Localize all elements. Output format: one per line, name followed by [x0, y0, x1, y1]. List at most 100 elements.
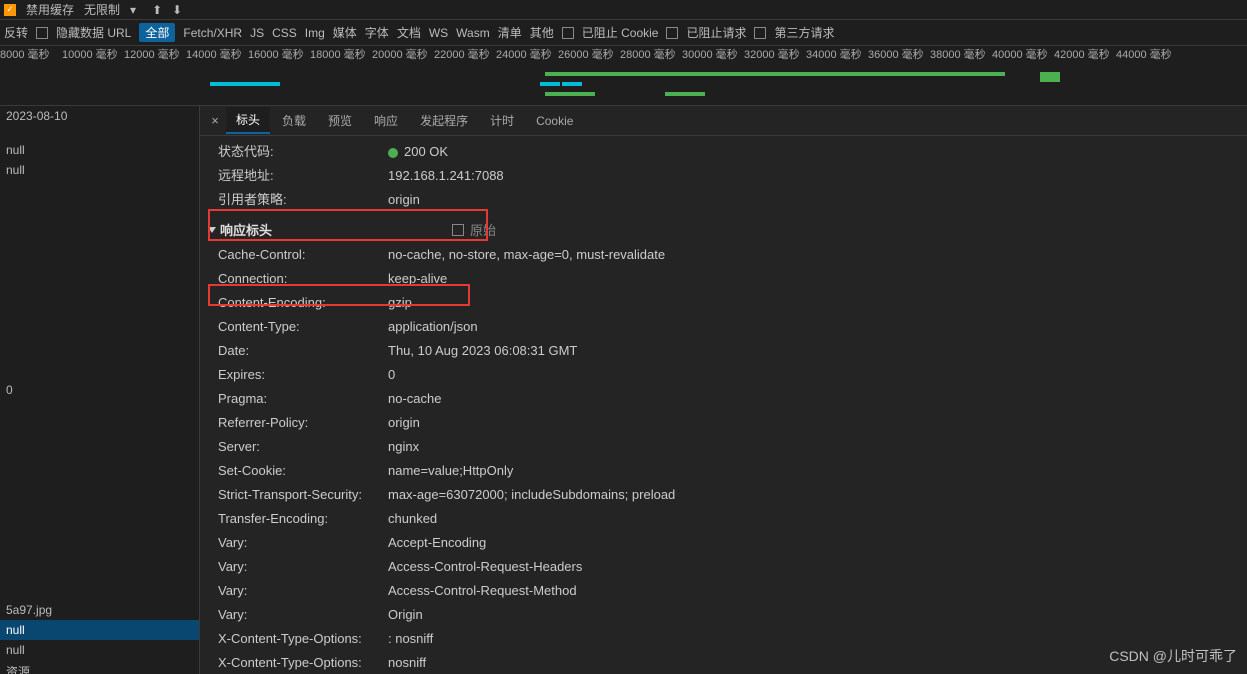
- list-item[interactable]: 资源: [0, 660, 199, 674]
- list-item[interactable]: 2023-08-10: [0, 106, 199, 126]
- header-row: X-Content-Type-Options:: nosniff: [218, 627, 1235, 651]
- filter-other[interactable]: 其他: [530, 24, 554, 41]
- header-value: max-age=63072000; includeSubdomains; pre…: [388, 485, 675, 505]
- disable-cache-label: 禁用缓存: [26, 1, 74, 18]
- header-row: X-Content-Type-Options:nosniff: [218, 651, 1235, 674]
- raw-checkbox[interactable]: [452, 224, 464, 236]
- timeline-tick: 24000 毫秒: [496, 46, 558, 62]
- header-row: Date:Thu, 10 Aug 2023 06:08:31 GMT: [218, 339, 1235, 363]
- header-row: Transfer-Encoding:chunked: [218, 507, 1235, 531]
- filter-media[interactable]: 媒体: [333, 24, 357, 41]
- header-value: name=value;HttpOnly: [388, 461, 513, 481]
- header-value: gzip: [388, 293, 412, 313]
- tab-timing[interactable]: 计时: [480, 108, 524, 133]
- hide-data-url-label: 隐藏数据 URL: [56, 24, 131, 41]
- filter-img[interactable]: Img: [305, 26, 325, 40]
- filter-doc[interactable]: 文档: [397, 24, 421, 41]
- header-row: Connection:keep-alive: [218, 267, 1235, 291]
- filter-fetch-xhr[interactable]: Fetch/XHR: [183, 26, 242, 40]
- header-key: X-Content-Type-Options:: [218, 653, 388, 673]
- list-item[interactable]: null: [0, 620, 199, 640]
- filter-wasm[interactable]: Wasm: [456, 26, 490, 40]
- invert-label[interactable]: 反转: [4, 24, 28, 41]
- tab-headers[interactable]: 标头: [226, 107, 270, 134]
- hide-data-url-checkbox[interactable]: [36, 27, 48, 39]
- detail-tabs: × 标头 负载 预览 响应 发起程序 计时 Cookie: [200, 106, 1247, 136]
- detail-body[interactable]: 状态代码: 200 OK 远程地址: 192.168.1.241:7088 引用…: [200, 136, 1247, 674]
- tab-response[interactable]: 响应: [364, 108, 408, 133]
- list-item[interactable]: 0: [0, 380, 199, 400]
- header-value: nginx: [388, 437, 419, 457]
- timeline-ruler: 8000 毫秒10000 毫秒12000 毫秒14000 毫秒16000 毫秒1…: [0, 46, 1247, 62]
- header-key: Vary:: [218, 557, 388, 577]
- filter-font[interactable]: 字体: [365, 24, 389, 41]
- detail-panel: × 标头 负载 预览 响应 发起程序 计时 Cookie 状态代码: 200 O…: [200, 106, 1247, 674]
- response-headers-list: Cache-Control:no-cache, no-store, max-ag…: [218, 243, 1235, 674]
- timeline-tick: 18000 毫秒: [310, 46, 372, 62]
- header-row: Content-Encoding:gzip: [218, 291, 1235, 315]
- list-item[interactable]: null: [0, 160, 199, 180]
- header-key: Content-Encoding:: [218, 293, 388, 313]
- response-headers-section[interactable]: 响应标头 原始: [208, 216, 1235, 243]
- filter-manifest[interactable]: 清单: [498, 24, 522, 41]
- header-row: Strict-Transport-Security:max-age=630720…: [218, 483, 1235, 507]
- header-row: Referrer-Policy:origin: [218, 411, 1235, 435]
- status-value: 200 OK: [388, 142, 448, 162]
- tab-cookies[interactable]: Cookie: [526, 110, 583, 132]
- timeline-tick: 42000 毫秒: [1054, 46, 1116, 62]
- throttle-select[interactable]: 无限制: [84, 1, 120, 18]
- filter-bar: 反转 隐藏数据 URL 全部 Fetch/XHR JS CSS Img 媒体 字…: [0, 20, 1247, 46]
- header-value: application/json: [388, 317, 478, 337]
- filter-js[interactable]: JS: [250, 26, 264, 40]
- header-row: Vary:Origin: [218, 603, 1235, 627]
- download-icon[interactable]: ⬇: [172, 3, 182, 17]
- blocked-requests-label: 已阻止请求: [686, 24, 746, 41]
- timeline[interactable]: 8000 毫秒10000 毫秒12000 毫秒14000 毫秒16000 毫秒1…: [0, 46, 1247, 106]
- filter-all[interactable]: 全部: [139, 23, 175, 42]
- main-split: 2023-08-10nullnull05a97.jpgnullnull资源 × …: [0, 106, 1247, 674]
- blocked-cookies-checkbox[interactable]: [562, 27, 574, 39]
- header-row: Expires:0: [218, 363, 1235, 387]
- header-key: X-Content-Type-Options:: [218, 629, 388, 649]
- request-list[interactable]: 2023-08-10nullnull05a97.jpgnullnull资源: [0, 106, 200, 674]
- header-key: Connection:: [218, 269, 388, 289]
- status-dot-icon: [388, 148, 398, 158]
- timeline-tick: 16000 毫秒: [248, 46, 310, 62]
- list-item[interactable]: null: [0, 640, 199, 660]
- blocked-requests-checkbox[interactable]: [666, 27, 678, 39]
- throttle-dropdown-icon[interactable]: ▾: [130, 3, 136, 17]
- timeline-tick: 34000 毫秒: [806, 46, 868, 62]
- referrer-value: origin: [388, 190, 420, 210]
- header-value: 0: [388, 365, 395, 385]
- timeline-tick: 22000 毫秒: [434, 46, 496, 62]
- upload-icon[interactable]: ⬆: [152, 3, 162, 17]
- header-key: Vary:: [218, 605, 388, 625]
- raw-toggle[interactable]: 原始: [452, 220, 496, 239]
- header-value: : nosniff: [388, 629, 433, 649]
- filter-ws[interactable]: WS: [429, 26, 448, 40]
- list-item[interactable]: null: [0, 140, 199, 160]
- header-key: Pragma:: [218, 389, 388, 409]
- close-icon[interactable]: ×: [206, 112, 224, 130]
- timeline-tick: 40000 毫秒: [992, 46, 1054, 62]
- header-key: Referrer-Policy:: [218, 413, 388, 433]
- header-row: Set-Cookie:name=value;HttpOnly: [218, 459, 1235, 483]
- timeline-tick: 32000 毫秒: [744, 46, 806, 62]
- tab-initiator[interactable]: 发起程序: [410, 108, 478, 133]
- tab-payload[interactable]: 负载: [272, 108, 316, 133]
- timeline-tick: 30000 毫秒: [682, 46, 744, 62]
- timeline-tick: 14000 毫秒: [186, 46, 248, 62]
- list-item[interactable]: 5a97.jpg: [0, 600, 199, 620]
- timeline-tick: 10000 毫秒: [62, 46, 124, 62]
- header-key: Vary:: [218, 533, 388, 553]
- header-key: Strict-Transport-Security:: [218, 485, 388, 505]
- timeline-tick: 28000 毫秒: [620, 46, 682, 62]
- header-value: keep-alive: [388, 269, 447, 289]
- filter-css[interactable]: CSS: [272, 26, 297, 40]
- tab-preview[interactable]: 预览: [318, 108, 362, 133]
- third-party-checkbox[interactable]: [754, 27, 766, 39]
- third-party-label: 第三方请求: [774, 24, 834, 41]
- chevron-down-icon: [208, 227, 216, 233]
- header-row: Cache-Control:no-cache, no-store, max-ag…: [218, 243, 1235, 267]
- disable-cache-check-icon[interactable]: ✓: [4, 4, 16, 16]
